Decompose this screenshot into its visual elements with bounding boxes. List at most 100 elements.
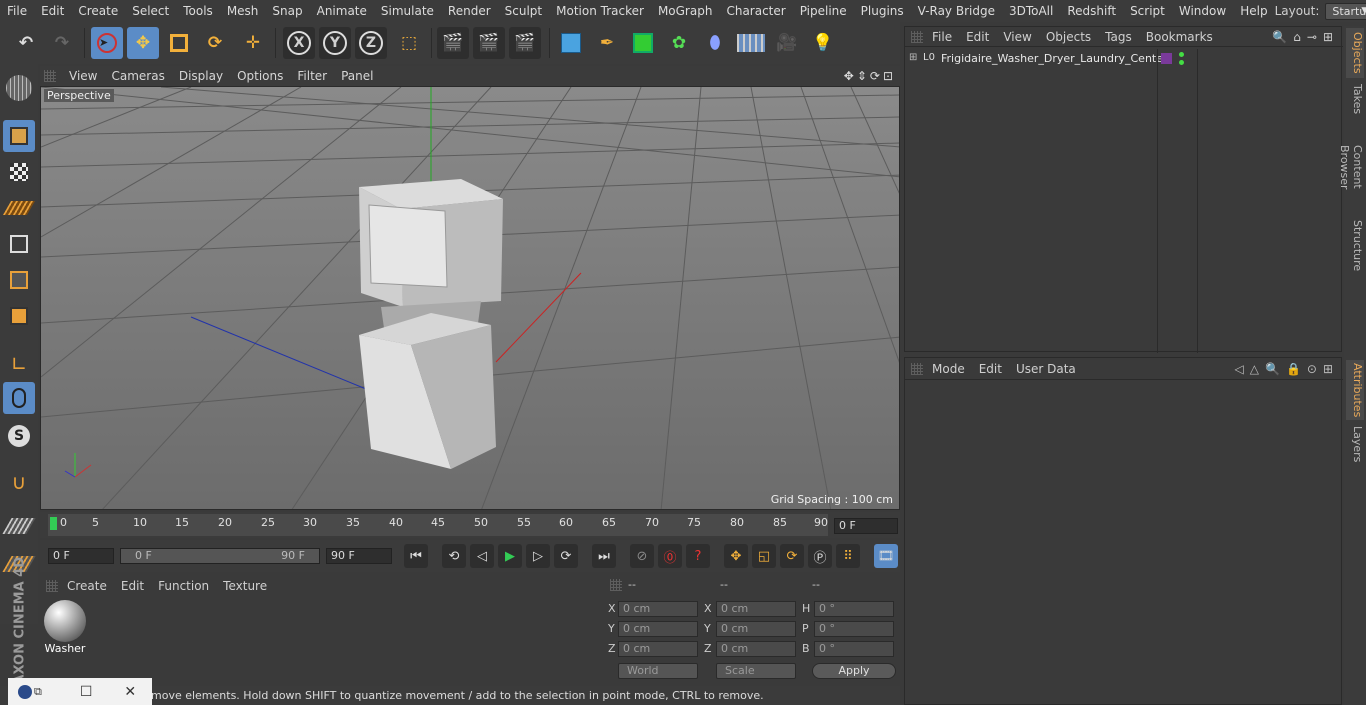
points-mode-button[interactable] xyxy=(3,228,35,260)
key-rotation-button[interactable]: ⟳ xyxy=(780,544,804,568)
menu-tools[interactable]: Tools xyxy=(176,0,220,22)
y-axis-lock-button[interactable]: Y xyxy=(319,27,351,59)
panel-grip-icon[interactable] xyxy=(911,363,923,375)
panel-grip-icon[interactable] xyxy=(610,579,622,591)
viewport-menu-options[interactable]: Options xyxy=(230,69,290,83)
menu-motion-tracker[interactable]: Motion Tracker xyxy=(549,0,651,22)
material-menu-edit[interactable]: Edit xyxy=(114,579,151,593)
autokey-button[interactable]: ⓪ xyxy=(658,544,682,568)
edges-mode-button[interactable] xyxy=(3,264,35,296)
layout-select[interactable]: Startup▼ xyxy=(1325,2,1366,20)
prev-frame-button[interactable]: ◁ xyxy=(470,544,494,568)
close-icon[interactable]: ✕ xyxy=(124,684,136,700)
move-tool-button[interactable]: ✥ xyxy=(127,27,159,59)
key-parameter-button[interactable]: Ⓟ xyxy=(808,544,832,568)
polygons-mode-button[interactable] xyxy=(3,300,35,332)
tab-takes[interactable]: Takes xyxy=(1346,82,1364,116)
menu-simulate[interactable]: Simulate xyxy=(374,0,441,22)
add-cube-button[interactable] xyxy=(555,27,587,59)
render-view-button[interactable]: 🎬 xyxy=(437,27,469,59)
size-x-field[interactable]: 0 cm xyxy=(716,601,796,617)
goto-end-button[interactable]: ⏭ xyxy=(592,544,616,568)
object-menu-view[interactable]: View xyxy=(996,30,1038,44)
menu-sculpt[interactable]: Sculpt xyxy=(498,0,549,22)
next-frame-button[interactable]: ▷ xyxy=(526,544,550,568)
key-position-button[interactable]: ✥ xyxy=(724,544,748,568)
pos-x-field[interactable]: 0 cm xyxy=(618,601,698,617)
viewport-menu-view[interactable]: View xyxy=(62,69,104,83)
rot-p-field[interactable]: 0 ° xyxy=(814,621,894,637)
timeline-ruler[interactable]: 0 5 10 15 20 25 30 35 40 45 50 55 60 65 … xyxy=(40,512,900,538)
recent-tools-button[interactable]: ✛ xyxy=(237,27,269,59)
menu-pipeline[interactable]: Pipeline xyxy=(793,0,854,22)
axis-mode-button[interactable]: ∟ xyxy=(3,348,35,380)
viewport-menu-panel[interactable]: Panel xyxy=(334,69,380,83)
menu-render[interactable]: Render xyxy=(441,0,498,22)
pos-z-field[interactable]: 0 cm xyxy=(618,641,698,657)
menu-snap[interactable]: Snap xyxy=(265,0,309,22)
menu-vray-bridge[interactable]: V-Ray Bridge xyxy=(911,0,1002,22)
menu-window[interactable]: Window xyxy=(1172,0,1233,22)
magnet-button[interactable]: ∪ xyxy=(3,466,35,498)
menu-script[interactable]: Script xyxy=(1123,0,1172,22)
undo-button[interactable]: ↶ xyxy=(10,27,42,59)
expand-icon[interactable]: ⊞ xyxy=(909,52,917,63)
pos-y-field[interactable]: 0 cm xyxy=(618,621,698,637)
menu-mograph[interactable]: MoGraph xyxy=(651,0,720,22)
viewport-menu-cameras[interactable]: Cameras xyxy=(104,69,171,83)
maximize-icon[interactable]: ☐ xyxy=(80,684,93,700)
layer-color-swatch[interactable] xyxy=(1161,53,1172,64)
playhead[interactable] xyxy=(50,517,57,530)
object-menu-edit[interactable]: Edit xyxy=(959,30,996,44)
object-menu-file[interactable]: File xyxy=(925,30,959,44)
add-deformer-button[interactable]: ⬮ xyxy=(699,27,731,59)
object-menu-objects[interactable]: Objects xyxy=(1039,30,1098,44)
current-frame-field[interactable]: 0 F xyxy=(834,518,898,534)
play-button[interactable]: ▶ xyxy=(498,544,522,568)
tab-structure[interactable]: Structure xyxy=(1346,218,1364,274)
coordinate-space-select[interactable]: World xyxy=(618,663,698,679)
rot-h-field[interactable]: 0 ° xyxy=(814,601,894,617)
menu-redshift[interactable]: Redshift xyxy=(1060,0,1123,22)
timeline-window-button[interactable]: 🎞 xyxy=(874,544,898,568)
model-mode-button[interactable] xyxy=(3,120,35,152)
menu-character[interactable]: Character xyxy=(719,0,792,22)
menu-edit[interactable]: Edit xyxy=(34,0,71,22)
attribute-manager-tool-icons[interactable]: ◁△🔍🔒⊙⊞ xyxy=(1235,362,1343,376)
viewport-camera-label[interactable]: Perspective xyxy=(44,89,114,102)
menu-mesh[interactable]: Mesh xyxy=(220,0,266,22)
snap-button[interactable]: S xyxy=(3,420,35,452)
tab-content-browser[interactable]: Content Browser xyxy=(1338,122,1364,212)
record-keys-button[interactable]: ⊘ xyxy=(630,544,654,568)
key-pla-button[interactable]: ⠿ xyxy=(836,544,860,568)
tab-attributes[interactable]: Attributes xyxy=(1346,360,1364,420)
material-swatch[interactable]: Washer xyxy=(42,598,88,656)
viewport-menu-display[interactable]: Display xyxy=(172,69,230,83)
make-editable-button[interactable] xyxy=(3,72,35,104)
size-mode-select[interactable]: Scale xyxy=(716,663,796,679)
keyframe-selection-button[interactable]: ? xyxy=(686,544,710,568)
workplane-mode-button[interactable] xyxy=(2,192,36,224)
object-name[interactable]: Frigidaire_Washer_Dryer_Laundry_Center xyxy=(941,52,1168,65)
end-frame-field[interactable]: 90 F xyxy=(326,548,392,564)
apply-button[interactable]: Apply xyxy=(812,663,896,679)
add-subdivision-button[interactable] xyxy=(627,27,659,59)
viewport-menu-filter[interactable]: Filter xyxy=(290,69,334,83)
render-settings-button[interactable]: 🎬 xyxy=(509,27,541,59)
add-mograph-button[interactable]: ✿ xyxy=(663,27,695,59)
tweak-mode-button[interactable] xyxy=(3,382,35,414)
add-camera-button[interactable]: 🎥 xyxy=(771,27,803,59)
attribute-menu-user-data[interactable]: User Data xyxy=(1009,362,1083,376)
object-list-row[interactable]: ⊞ L0 Frigidaire_Washer_Dryer_Laundry_Cen… xyxy=(905,50,1343,68)
z-axis-lock-button[interactable]: Z xyxy=(355,27,387,59)
menu-create[interactable]: Create xyxy=(71,0,125,22)
start-frame-field[interactable]: 0 F xyxy=(48,548,114,564)
workplane-lock-button[interactable] xyxy=(2,510,36,542)
tab-objects[interactable]: Objects xyxy=(1346,28,1364,78)
coordinate-system-button[interactable]: ⬚ xyxy=(393,27,425,59)
texture-mode-button[interactable] xyxy=(3,156,35,188)
add-spline-button[interactable]: ✒ xyxy=(591,27,623,59)
panel-grip-icon[interactable] xyxy=(44,70,56,82)
menu-plugins[interactable]: Plugins xyxy=(854,0,911,22)
add-light-button[interactable]: 💡 xyxy=(807,27,839,59)
